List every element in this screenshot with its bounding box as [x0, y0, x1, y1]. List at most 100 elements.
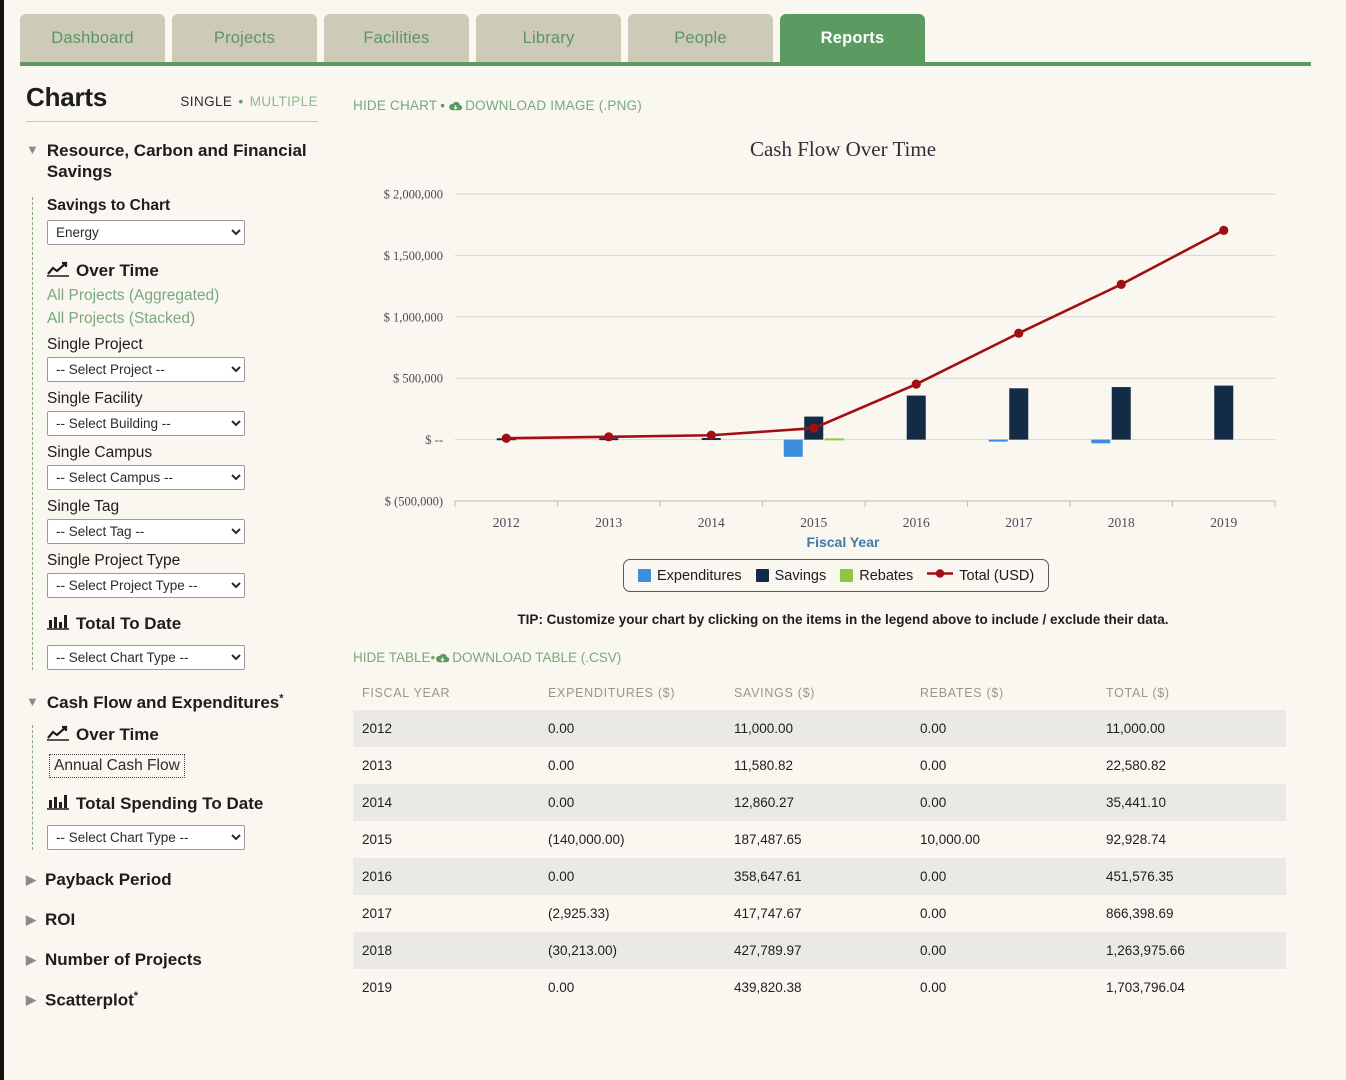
- toolbar-separator: •: [440, 98, 446, 113]
- total-spending-chart-type-select[interactable]: -- Select Chart Type --: [47, 824, 245, 850]
- legend-label: Expenditures: [657, 567, 742, 584]
- table-cell: 187,487.65: [734, 832, 802, 847]
- section-payback-period[interactable]: ▶ Payback Period: [26, 870, 318, 890]
- chart-point-total-2014[interactable]: [706, 430, 716, 440]
- table-row: 2019 0.00 439,820.38 0.00 1,703,796.04: [353, 969, 1286, 1006]
- table-row: 2014 0.00 12,860.27 0.00 35,441.10: [353, 784, 1286, 821]
- table-cell: 439,820.38: [734, 980, 802, 995]
- total-to-date-label: Total To Date: [76, 614, 182, 633]
- triangle-down-icon: ▼: [26, 693, 39, 709]
- single-facility-select[interactable]: -- Select Building --: [47, 410, 245, 436]
- collapsed-section-list: ▶ Payback Period ▶ ROI ▶ Number of Projects ▶ S…: [4, 870, 340, 1011]
- bar-chart-icon: [47, 614, 69, 635]
- chart-bar-expenditures-2017[interactable]: [988, 439, 1008, 442]
- chart-point-total-2019[interactable]: [1219, 225, 1229, 235]
- hide-chart-link[interactable]: HIDE CHART: [353, 98, 437, 113]
- table-cell: 0.00: [920, 869, 947, 884]
- single-project-select[interactable]: -- Select Project --: [47, 356, 245, 382]
- table-cell: 451,576.35: [1106, 869, 1174, 884]
- legend-item-total-usd-[interactable]: Total (USD): [927, 567, 1034, 584]
- y-axis-tick-label: $ 1,500,000: [384, 249, 443, 263]
- nav-underline: [20, 62, 1311, 66]
- table-cell: 0.00: [548, 721, 575, 736]
- chart-bar-savings-2018[interactable]: [1111, 387, 1131, 440]
- single-campus-select[interactable]: -- Select Campus --: [47, 464, 245, 490]
- link-all-projects-aggregated[interactable]: All Projects (Aggregated): [47, 287, 340, 305]
- chart-bar-rebates-2015[interactable]: [824, 438, 844, 441]
- primary-nav: Dashboard Projects Facilities Library People…: [4, 0, 1346, 70]
- hide-table-link[interactable]: HIDE TABLE: [353, 650, 431, 665]
- page-title: Charts: [26, 82, 108, 112]
- toggle-single[interactable]: SINGLE: [180, 94, 232, 109]
- total-spending-label: Total Spending To Date: [76, 794, 264, 814]
- table-cell: 417,747.67: [734, 906, 802, 921]
- single-tag-select[interactable]: -- Select Tag --: [47, 518, 245, 544]
- section-cash-flow-and-expenditures[interactable]: ▼ Cash Flow and Expenditures*: [26, 692, 318, 713]
- chart-bar-expenditures-2015[interactable]: [783, 439, 803, 457]
- table-cell: 2014: [362, 795, 393, 810]
- cashflow-over-time-label: Over Time: [76, 725, 159, 745]
- download-table-link[interactable]: DOWNLOAD TABLE (.CSV): [452, 650, 621, 665]
- chart-point-total-2015[interactable]: [809, 423, 819, 433]
- chart-legend: Expenditures Savings Rebates Total (USD): [623, 559, 1050, 592]
- x-axis-tick-label: 2015: [800, 515, 827, 530]
- chart-bar-savings-2016[interactable]: [906, 395, 926, 440]
- section-resource-body: Savings to Chart Energy Over Time All Pr…: [32, 196, 340, 670]
- chart-bar-savings-2019[interactable]: [1214, 385, 1234, 440]
- legend-item-rebates[interactable]: Rebates: [840, 568, 913, 584]
- table-cell: 92,928.74: [1106, 832, 1167, 847]
- triangle-right-icon: ▶: [26, 951, 36, 967]
- section-roi[interactable]: ▶ ROI: [26, 910, 318, 930]
- download-image-link[interactable]: DOWNLOAD IMAGE (.PNG): [465, 98, 642, 113]
- single-project-type-label: Single Project Type: [47, 551, 181, 569]
- legend-label: Savings: [774, 567, 827, 584]
- link-all-projects-stacked[interactable]: All Projects (Stacked): [47, 310, 340, 328]
- table-cell: 2019: [362, 980, 393, 995]
- table-cell: 866,398.69: [1106, 906, 1174, 921]
- chart-point-total-2012[interactable]: [501, 433, 511, 443]
- chart-point-total-2018[interactable]: [1116, 279, 1126, 289]
- legend-swatch: [840, 569, 854, 582]
- chart-canvas: $ 2,000,000 $ 1,500,000 $ 1,000,000 $ 500,0…: [384, 188, 1276, 530]
- table-cell: 1,703,796.04: [1106, 980, 1185, 995]
- single-project-type-select[interactable]: -- Select Project Type --: [47, 572, 245, 598]
- nav-tab-library[interactable]: Library: [476, 14, 621, 62]
- toggle-multiple[interactable]: MULTIPLE: [250, 94, 318, 109]
- nav-tab-facilities[interactable]: Facilities: [324, 14, 469, 62]
- section-resource-carbon-financial-savings[interactable]: ▼ Resource, Carbon and Financial Savings: [26, 140, 318, 183]
- cloud-download-icon: [448, 100, 463, 115]
- legend-item-expenditures[interactable]: Expenditures: [638, 568, 742, 584]
- table-cell: 11,580.82: [734, 758, 794, 773]
- chart-bar-expenditures-2018[interactable]: [1091, 439, 1111, 444]
- chart-point-total-2013[interactable]: [604, 432, 614, 442]
- nav-tab-projects[interactable]: Projects: [172, 14, 317, 62]
- triangle-right-icon: ▶: [26, 911, 36, 927]
- cash-flow-chart[interactable]: $ 2,000,000 $ 1,500,000 $ 1,000,000 $ 500,0…: [340, 170, 1346, 570]
- section-number-of-projects[interactable]: ▶ Number of Projects: [26, 950, 318, 970]
- legend-item-savings[interactable]: Savings: [755, 567, 827, 584]
- total-spending-heading: Total Spending To Date: [47, 794, 340, 815]
- nav-tab-people[interactable]: People: [628, 14, 773, 62]
- table-column-header: SAVINGS ($): [734, 686, 816, 700]
- triangle-right-icon: ▶: [26, 871, 36, 887]
- section-scatterplot[interactable]: ▶ Scatterplot*: [26, 990, 318, 1011]
- table-cell: 0.00: [920, 980, 947, 995]
- nav-tab-dashboard[interactable]: Dashboard: [20, 14, 165, 62]
- table-cell: 0.00: [548, 758, 575, 773]
- chart-bar-savings-2017[interactable]: [1009, 388, 1029, 440]
- savings-to-chart-select[interactable]: Energy: [47, 219, 245, 245]
- link-annual-cash-flow[interactable]: Annual Cash Flow: [49, 753, 185, 778]
- nav-tab-reports[interactable]: Reports: [780, 14, 925, 62]
- y-axis-tick-label: $ 2,000,000: [384, 188, 443, 202]
- chart-point-total-2016[interactable]: [911, 379, 921, 389]
- asterisk-marker: *: [133, 989, 139, 1002]
- single-project-label: Single Project: [47, 335, 143, 353]
- asterisk-marker: *: [279, 691, 284, 704]
- x-axis-tick-label: 2016: [903, 515, 930, 530]
- section-heading-label: Cash Flow and Expenditures*: [46, 691, 284, 712]
- table-column-header: FISCAL YEAR: [362, 686, 451, 700]
- table-cell: 0.00: [548, 980, 575, 995]
- total-to-date-chart-type-select[interactable]: -- Select Chart Type --: [47, 644, 245, 670]
- table-row: 2018 (30,213.00) 427,789.97 0.00 1,263,975.6…: [353, 932, 1286, 969]
- chart-point-total-2017[interactable]: [1014, 328, 1024, 338]
